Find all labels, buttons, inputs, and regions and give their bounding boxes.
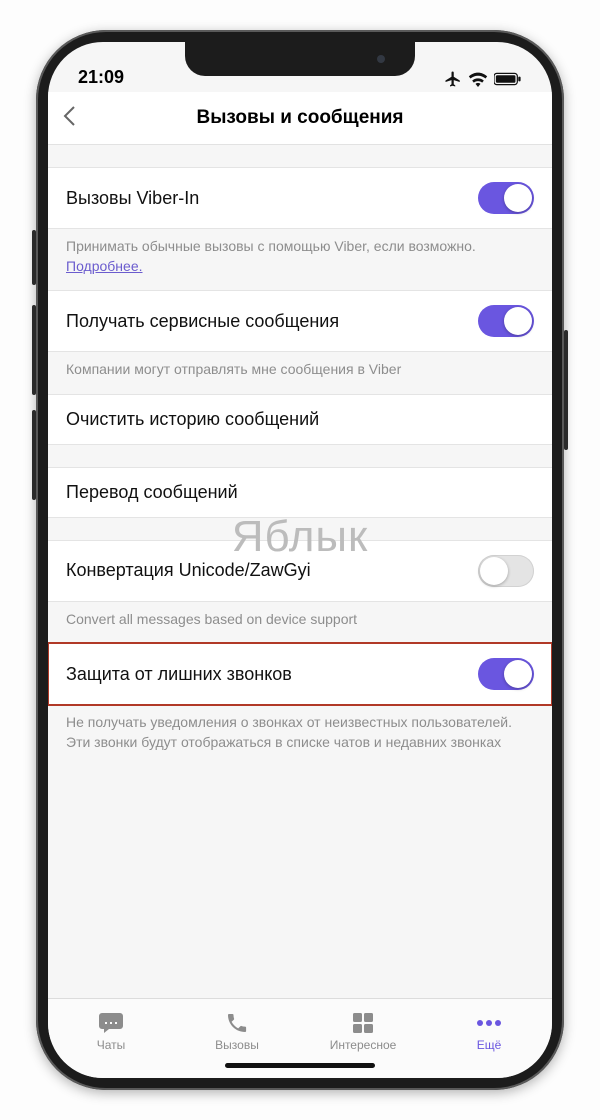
row-label: Очистить историю сообщений (66, 409, 319, 430)
tab-label: Вызовы (215, 1038, 259, 1052)
tab-label: Ещё (477, 1038, 502, 1052)
chat-icon (98, 1011, 124, 1035)
tab-chats[interactable]: Чаты (48, 999, 174, 1064)
grid-icon (351, 1011, 375, 1035)
row-label: Вызовы Viber-In (66, 188, 199, 209)
row-service-messages[interactable]: Получать сервисные сообщения (48, 290, 552, 352)
row-label: Перевод сообщений (66, 482, 238, 503)
link-more[interactable]: Подробнее. (66, 258, 143, 274)
airplane-icon (444, 70, 462, 88)
notch (185, 42, 415, 76)
desc-service-messages: Компании могут отправлять мне сообщения … (48, 352, 552, 382)
desc-viber-in: Принимать обычные вызовы с помощью Viber… (48, 229, 552, 278)
tab-more[interactable]: Ещё (426, 999, 552, 1064)
phone-frame: 21:09 Вызовы и сообщения (36, 30, 564, 1090)
desc-call-protection: Не получать уведомления о звонках от неи… (48, 705, 552, 754)
tab-explore[interactable]: Интересное (300, 999, 426, 1064)
status-time: 21:09 (78, 67, 124, 88)
toggle-call-protection[interactable] (478, 658, 534, 690)
page-title: Вызовы и сообщения (62, 107, 538, 129)
toggle-unicode-zawgyi[interactable] (478, 555, 534, 587)
toggle-viber-in[interactable] (478, 182, 534, 214)
screen: 21:09 Вызовы и сообщения (48, 42, 552, 1078)
tab-label: Интересное (330, 1038, 397, 1052)
home-indicator[interactable] (225, 1063, 375, 1068)
tab-label: Чаты (97, 1038, 126, 1052)
row-viber-in[interactable]: Вызовы Viber-In (48, 167, 552, 229)
navbar: Вызовы и сообщения (48, 92, 552, 145)
settings-list: Вызовы Viber-In Принимать обычные вызовы… (48, 145, 552, 998)
row-label: Защита от лишних звонков (66, 664, 292, 685)
phone-icon (225, 1011, 249, 1035)
toggle-service-messages[interactable] (478, 305, 534, 337)
tab-calls[interactable]: Вызовы (174, 999, 300, 1064)
row-label: Получать сервисные сообщения (66, 311, 339, 332)
battery-icon (494, 72, 522, 86)
row-call-protection[interactable]: Защита от лишних звонков (48, 643, 552, 705)
wifi-icon (468, 72, 488, 87)
desc-unicode: Convert all messages based on device sup… (48, 602, 552, 632)
row-clear-history[interactable]: Очистить историю сообщений (48, 394, 552, 445)
row-unicode-zawgyi[interactable]: Конвертация Unicode/ZawGyi (48, 540, 552, 602)
row-label: Конвертация Unicode/ZawGyi (66, 560, 311, 581)
more-icon (476, 1011, 502, 1035)
row-translate[interactable]: Перевод сообщений (48, 467, 552, 518)
